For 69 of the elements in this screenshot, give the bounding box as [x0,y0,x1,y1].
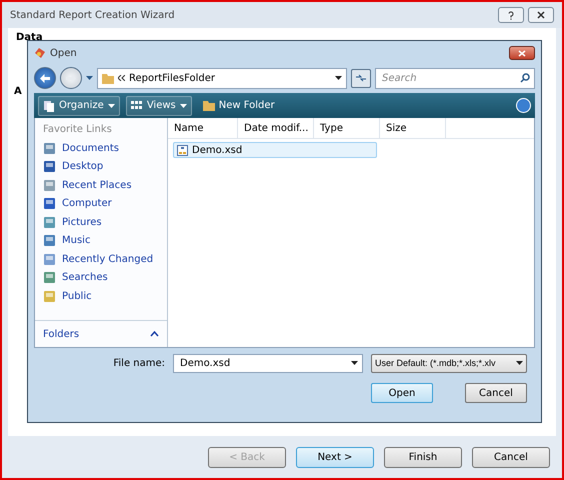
favorite-link[interactable]: Recent Places [35,176,167,194]
dialog-button[interactable]: Open [371,383,433,403]
favorite-link[interactable]: Recently Changed [35,250,167,268]
toolbar-button[interactable]: Views [126,96,192,116]
favorite-link[interactable]: Pictures [35,213,167,232]
file-type-dropdown[interactable]: User Default: (*.mdb;*.xls;*.xlv [371,354,527,372]
close-icon [537,11,545,19]
back-button[interactable] [34,67,56,89]
section-label: A [14,86,22,97]
dropdown-caret-icon [86,76,93,80]
favorite-link[interactable]: Music [35,232,167,250]
dropdown-caret-icon [516,361,523,365]
help-button[interactable] [498,7,524,23]
app-icon [34,47,46,59]
link-icon [43,216,56,229]
search-field[interactable]: Search [375,68,535,88]
schema-file-icon [177,144,188,156]
search-icon [520,73,530,83]
collapse-chevron-icon [150,331,159,337]
folder-icon [202,100,215,111]
dropdown-caret-icon [108,104,115,108]
dropdown-caret-icon [351,361,358,365]
organize-icon [43,100,55,112]
section-title: Data [16,32,44,43]
dropdown-caret-icon [335,76,342,80]
help-icon[interactable] [516,98,531,113]
toolbar-button[interactable]: Organize [38,96,120,116]
column-header[interactable]: Size [380,118,446,138]
link-icon [43,234,56,248]
help-icon [508,10,514,20]
views-icon [130,100,143,110]
file-item[interactable]: Demo.xsd [173,142,377,158]
wizard-button[interactable]: Finish [384,446,462,468]
folder-icon [102,72,114,84]
link-icon [43,252,56,266]
back-arrow-icon [40,74,50,82]
favorite-link[interactable]: Desktop [35,158,167,176]
link-icon [43,290,56,303]
pane-header: Favorite Links [42,123,113,137]
refresh-icon [356,74,366,82]
dropdown-caret-icon [180,104,187,108]
link-icon [43,178,56,192]
favorite-link[interactable]: Documents [35,139,167,158]
toolbar-button[interactable]: New Folder [198,96,280,116]
close-button[interactable] [528,7,554,23]
link-icon [43,142,56,155]
chevron-icon [118,75,125,81]
favorite-link[interactable]: Computer [35,194,167,213]
dialog-title: Open [50,48,78,58]
link-icon [43,160,56,174]
file-name-combo[interactable]: Demo.xsd [173,354,363,372]
window-title: Standard Report Creation Wizard [10,10,175,20]
close-button[interactable] [509,46,535,60]
file-name-label: File name: [113,358,165,368]
favorite-link[interactable]: Public [35,287,167,306]
link-icon [43,271,56,284]
folders-bar[interactable]: Folders [35,320,167,347]
address-bar[interactable]: ReportFilesFolder [97,68,347,88]
column-header[interactable]: Date modif... [238,118,314,138]
link-icon [43,197,56,210]
column-header[interactable]: Type [314,118,380,138]
favorite-link[interactable]: Searches [35,268,167,287]
wizard-button[interactable]: Next > [296,446,374,468]
wizard-button[interactable]: Cancel [472,446,550,468]
dialog-button[interactable]: Cancel [465,383,527,403]
close-icon [518,50,526,56]
column-header[interactable]: Name [168,118,238,138]
refresh-button[interactable] [351,68,371,88]
forward-button[interactable] [60,67,82,89]
